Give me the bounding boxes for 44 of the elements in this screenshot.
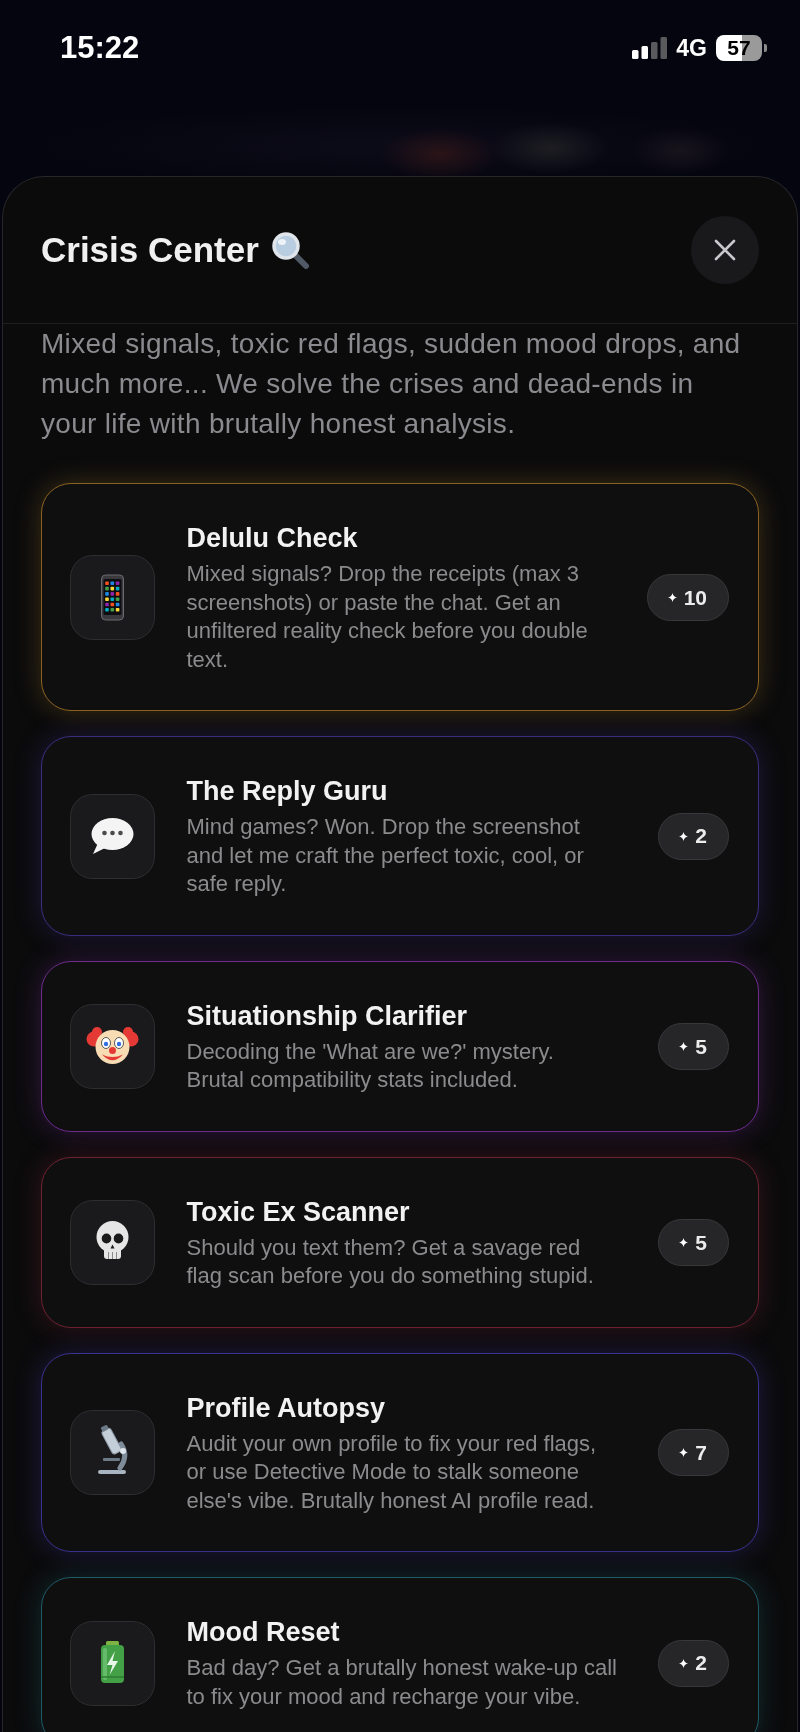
tool-title: Toxic Ex Scanner bbox=[186, 1195, 411, 1229]
tool-title: Delulu Check bbox=[186, 522, 359, 555]
tool-description: Mind games? Won. Drop the screenshot and let me craft the perfect toxic, cool, or safe reply. bbox=[186, 813, 585, 898]
sparkle-icon bbox=[679, 1042, 689, 1051]
tool-title: Mood Reset bbox=[186, 1616, 341, 1649]
sheet-description: Mixed signals, toxic red flags, sudden mood drops, and much more... We solve the crises and dead-ends in your life with brutally honest analysis. bbox=[41, 327, 742, 441]
phone-icon bbox=[70, 555, 155, 640]
tool-title: Profile Autopsy bbox=[186, 1391, 387, 1425]
sparkle-icon bbox=[679, 1238, 689, 1247]
cost-value: 2 bbox=[695, 824, 707, 849]
tool-card[interactable]: Delulu Check Mixed signals? Drop the receipts (max 3 screenshots) or paste the chat. Get an unfiltered reality check before you double text. 10 bbox=[41, 483, 759, 711]
battery-indicator: 57 bbox=[716, 35, 767, 61]
cost-value: 10 bbox=[683, 585, 707, 610]
cost-value: 5 bbox=[695, 1230, 707, 1255]
cost-value: 5 bbox=[695, 1034, 707, 1059]
cost-value: 2 bbox=[695, 1651, 707, 1675]
sheet-title: Crisis Center bbox=[41, 230, 259, 270]
speech-bubble-icon bbox=[70, 793, 155, 879]
magnifier-icon bbox=[269, 230, 310, 270]
tool-card[interactable]: Mood Reset Bad day? Get a brutally honest wake-up call to fix your mood and recharge your vibe. 2 bbox=[41, 1577, 759, 1732]
sparkle-icon bbox=[667, 593, 677, 602]
tool-card[interactable]: Profile Autopsy Audit your own profile to fix your red flags, or use Detective Mode to stalk someone else's vibe. Brutally honest AI profile read. 7 bbox=[41, 1352, 759, 1552]
skull-icon bbox=[70, 1200, 155, 1285]
microscope-icon bbox=[70, 1410, 155, 1496]
status-time: 15:22 bbox=[60, 30, 140, 66]
signal-icon bbox=[632, 37, 668, 59]
tool-title: The Reply Guru bbox=[186, 775, 389, 808]
close-icon bbox=[714, 239, 736, 261]
clown-face-icon bbox=[70, 1004, 155, 1089]
tool-card[interactable]: Toxic Ex Scanner Should you text them? Get a savage red flag scan before you do something stupid. 5 bbox=[41, 1156, 759, 1328]
tool-description: Should you text them? Get a savage red flag scan before you do something stupid. bbox=[186, 1233, 595, 1290]
sparkle-icon bbox=[679, 831, 689, 841]
cost-value: 7 bbox=[695, 1440, 707, 1465]
tool-description: Audit your own profile to fix your red flags, or use Detective Mode to stalk someone else's vibe. Brutally honest AI profile read. bbox=[186, 1429, 598, 1515]
sparkle-icon bbox=[679, 1658, 689, 1668]
tool-description: Bad day? Get a brutally honest wake-up call to fix your mood and recharge your vibe. bbox=[186, 1654, 618, 1711]
tool-card[interactable]: Situationship Clarifier Decoding the 'What are we?' mystery. Brutal compatibility stats included. 5 bbox=[41, 960, 759, 1132]
sparkle-icon bbox=[679, 1448, 689, 1458]
network-type: 4G bbox=[676, 34, 707, 62]
tool-card[interactable]: The Reply Guru Mind games? Won. Drop the screenshot and let me craft the perfect toxic, cool, or safe reply. 2 bbox=[41, 736, 759, 936]
tool-title: Situationship Clarifier bbox=[186, 999, 469, 1033]
battery-icon bbox=[70, 1620, 155, 1706]
tool-description: Mixed signals? Drop the receipts (max 3 screenshots) or paste the chat. Get an unfiltered reality check before you double text. bbox=[186, 560, 589, 674]
tool-description: Decoding the 'What are we?' mystery. Brutal compatibility stats included. bbox=[186, 1037, 555, 1094]
